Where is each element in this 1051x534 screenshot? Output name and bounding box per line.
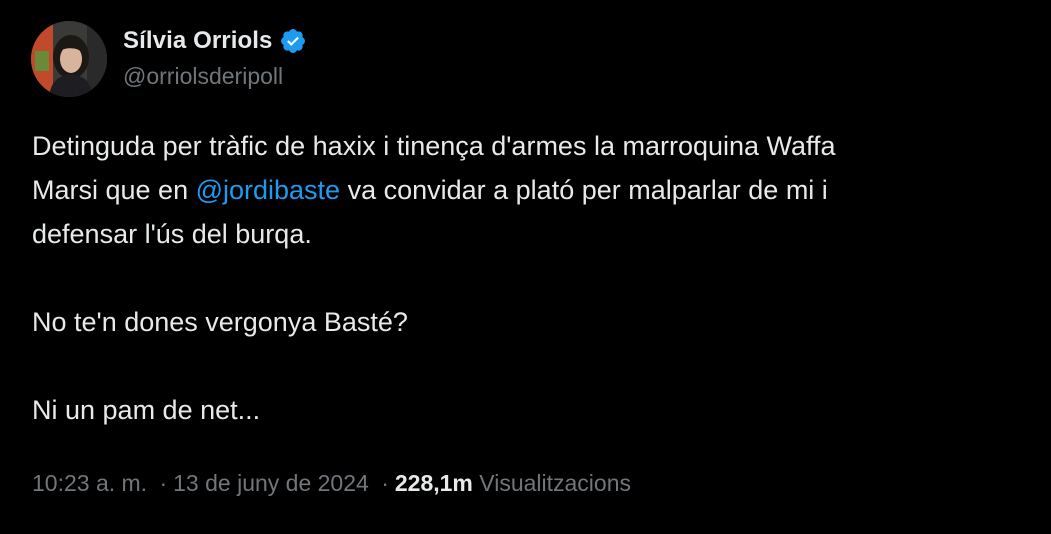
author-name-row[interactable]: Sílvia Orriols bbox=[123, 25, 307, 57]
views-label[interactable]: Visualitzacions bbox=[479, 470, 631, 496]
tweet-text-segment: va convidar a plató per malparlar de mi … bbox=[340, 175, 828, 205]
tweet-text-line: No te'n dones vergonya Basté? bbox=[32, 307, 408, 337]
tweet-text-line: defensar l'ús del burqa. bbox=[32, 219, 312, 249]
tweet-date[interactable]: 13 de juny de 2024 bbox=[173, 470, 369, 496]
tweet-text-line: Marsi que en @jordibaste va convidar a p… bbox=[32, 168, 1022, 212]
verified-badge-icon[interactable] bbox=[279, 27, 307, 55]
author-handle[interactable]: @orriolsderipoll bbox=[123, 63, 283, 90]
tweet-text: Detinguda per tràfic de haxix i tinença … bbox=[32, 124, 1022, 432]
separator-dot: · bbox=[381, 470, 389, 496]
tweet-card: Sílvia Orriols @orriolsderipoll Detingud… bbox=[0, 0, 1051, 534]
tweet-metadata: 10:23 a. m. · 13 de juny de 2024 · 228,1m … bbox=[32, 470, 631, 497]
tweet-text-line: Detinguda per tràfic de haxix i tinença … bbox=[32, 131, 836, 161]
author-display-name[interactable]: Sílvia Orriols bbox=[123, 27, 272, 55]
tweet-time[interactable]: 10:23 a. m. bbox=[32, 470, 147, 496]
tweet-text-segment: Marsi que en bbox=[32, 175, 196, 205]
avatar-photo-icon bbox=[31, 21, 107, 97]
separator-dot: · bbox=[159, 470, 168, 496]
tweet-text-line: Ni un pam de net... bbox=[32, 395, 261, 425]
mention-link[interactable]: @jordibaste bbox=[196, 175, 340, 205]
avatar[interactable] bbox=[31, 21, 107, 97]
views-count[interactable]: 228,1m bbox=[395, 470, 473, 496]
